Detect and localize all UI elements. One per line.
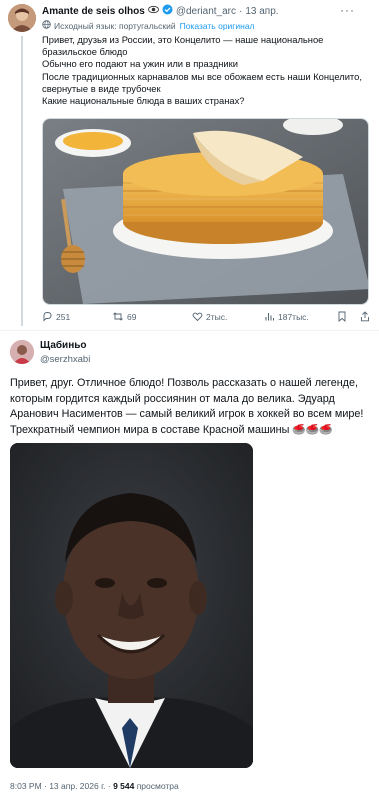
repost-button[interactable]: 69 bbox=[112, 311, 136, 322]
like-button[interactable]: 2тыс. bbox=[192, 311, 227, 322]
post-text-line: свернутые в виде трубочек bbox=[42, 82, 161, 94]
post-text-line: Привет, друзья из России, это Концелито … bbox=[42, 34, 324, 45]
author-handle[interactable]: @deriant_arc bbox=[176, 6, 236, 17]
post-date[interactable]: 13 апр. bbox=[245, 6, 278, 17]
author-handle[interactable]: @serzhxabi bbox=[40, 354, 90, 365]
verified-icon bbox=[162, 4, 173, 18]
repost-icon bbox=[113, 312, 123, 321]
original-post[interactable]: Amante de seis olhos @deriant_arc · 13 а… bbox=[0, 0, 379, 330]
bookmark-button[interactable] bbox=[337, 311, 350, 322]
views-count: 9 544 bbox=[113, 781, 135, 791]
reply-button[interactable]: 251 bbox=[42, 311, 70, 322]
reply-count: 251 bbox=[56, 311, 71, 322]
translated-language: Исходный язык: португальский bbox=[54, 20, 176, 31]
timestamp[interactable]: 8:03 PM · 13 апр. 2026 г. · bbox=[10, 781, 113, 791]
post-image-pancakes[interactable] bbox=[42, 118, 369, 305]
avatar[interactable] bbox=[8, 4, 36, 32]
globe-icon bbox=[42, 20, 51, 31]
eye-icon bbox=[147, 5, 159, 17]
reply-image-portrait[interactable] bbox=[10, 443, 253, 768]
post-meta: 8:03 PM · 13 апр. 2026 г. · 9 544 просмо… bbox=[10, 781, 179, 791]
views-label: просмотра bbox=[134, 781, 179, 791]
reply-icon bbox=[43, 312, 52, 322]
divider bbox=[0, 330, 379, 331]
thread-line bbox=[21, 36, 23, 326]
post-header: Amante de seis olhos @deriant_arc · 13 а… bbox=[42, 4, 279, 18]
reply-text: Привет, друг. Отличное блюдо! Позволь ра… bbox=[10, 377, 364, 436]
post-text-line: Какие национальные блюда в ваших странах… bbox=[42, 95, 245, 107]
views-count: 187тыс. bbox=[278, 311, 309, 322]
separator-dot: · bbox=[239, 5, 243, 17]
avatar[interactable] bbox=[10, 340, 34, 364]
post-actions: 251 69 2тыс. 187тыс. bbox=[42, 311, 372, 327]
like-icon bbox=[192, 312, 203, 322]
show-original-link[interactable]: Показать оригинал bbox=[180, 21, 255, 31]
share-button[interactable] bbox=[360, 311, 373, 322]
author-name[interactable]: Amante de seis olhos bbox=[42, 6, 145, 17]
like-count: 2тыс. bbox=[206, 311, 228, 322]
views-button[interactable]: 187тыс. bbox=[264, 311, 309, 322]
bookmark-icon bbox=[338, 311, 346, 322]
repost-count: 69 bbox=[127, 311, 137, 322]
share-icon bbox=[361, 311, 369, 322]
post-text: Привет, друзья из России, это Концелито … bbox=[42, 34, 372, 107]
translation-note: Исходный язык: португальский Показать ор… bbox=[42, 20, 255, 31]
post-text-line: После традиционных карнавалов мы все обо… bbox=[42, 70, 362, 82]
author-name[interactable]: Щабиньо bbox=[40, 340, 87, 351]
more-icon[interactable]: ··· bbox=[340, 3, 355, 17]
post-text-line: бразильское блюдо bbox=[42, 46, 128, 58]
post-text-line: Обычно его подают на ужин или в праздник… bbox=[42, 58, 238, 70]
views-icon bbox=[265, 313, 274, 321]
